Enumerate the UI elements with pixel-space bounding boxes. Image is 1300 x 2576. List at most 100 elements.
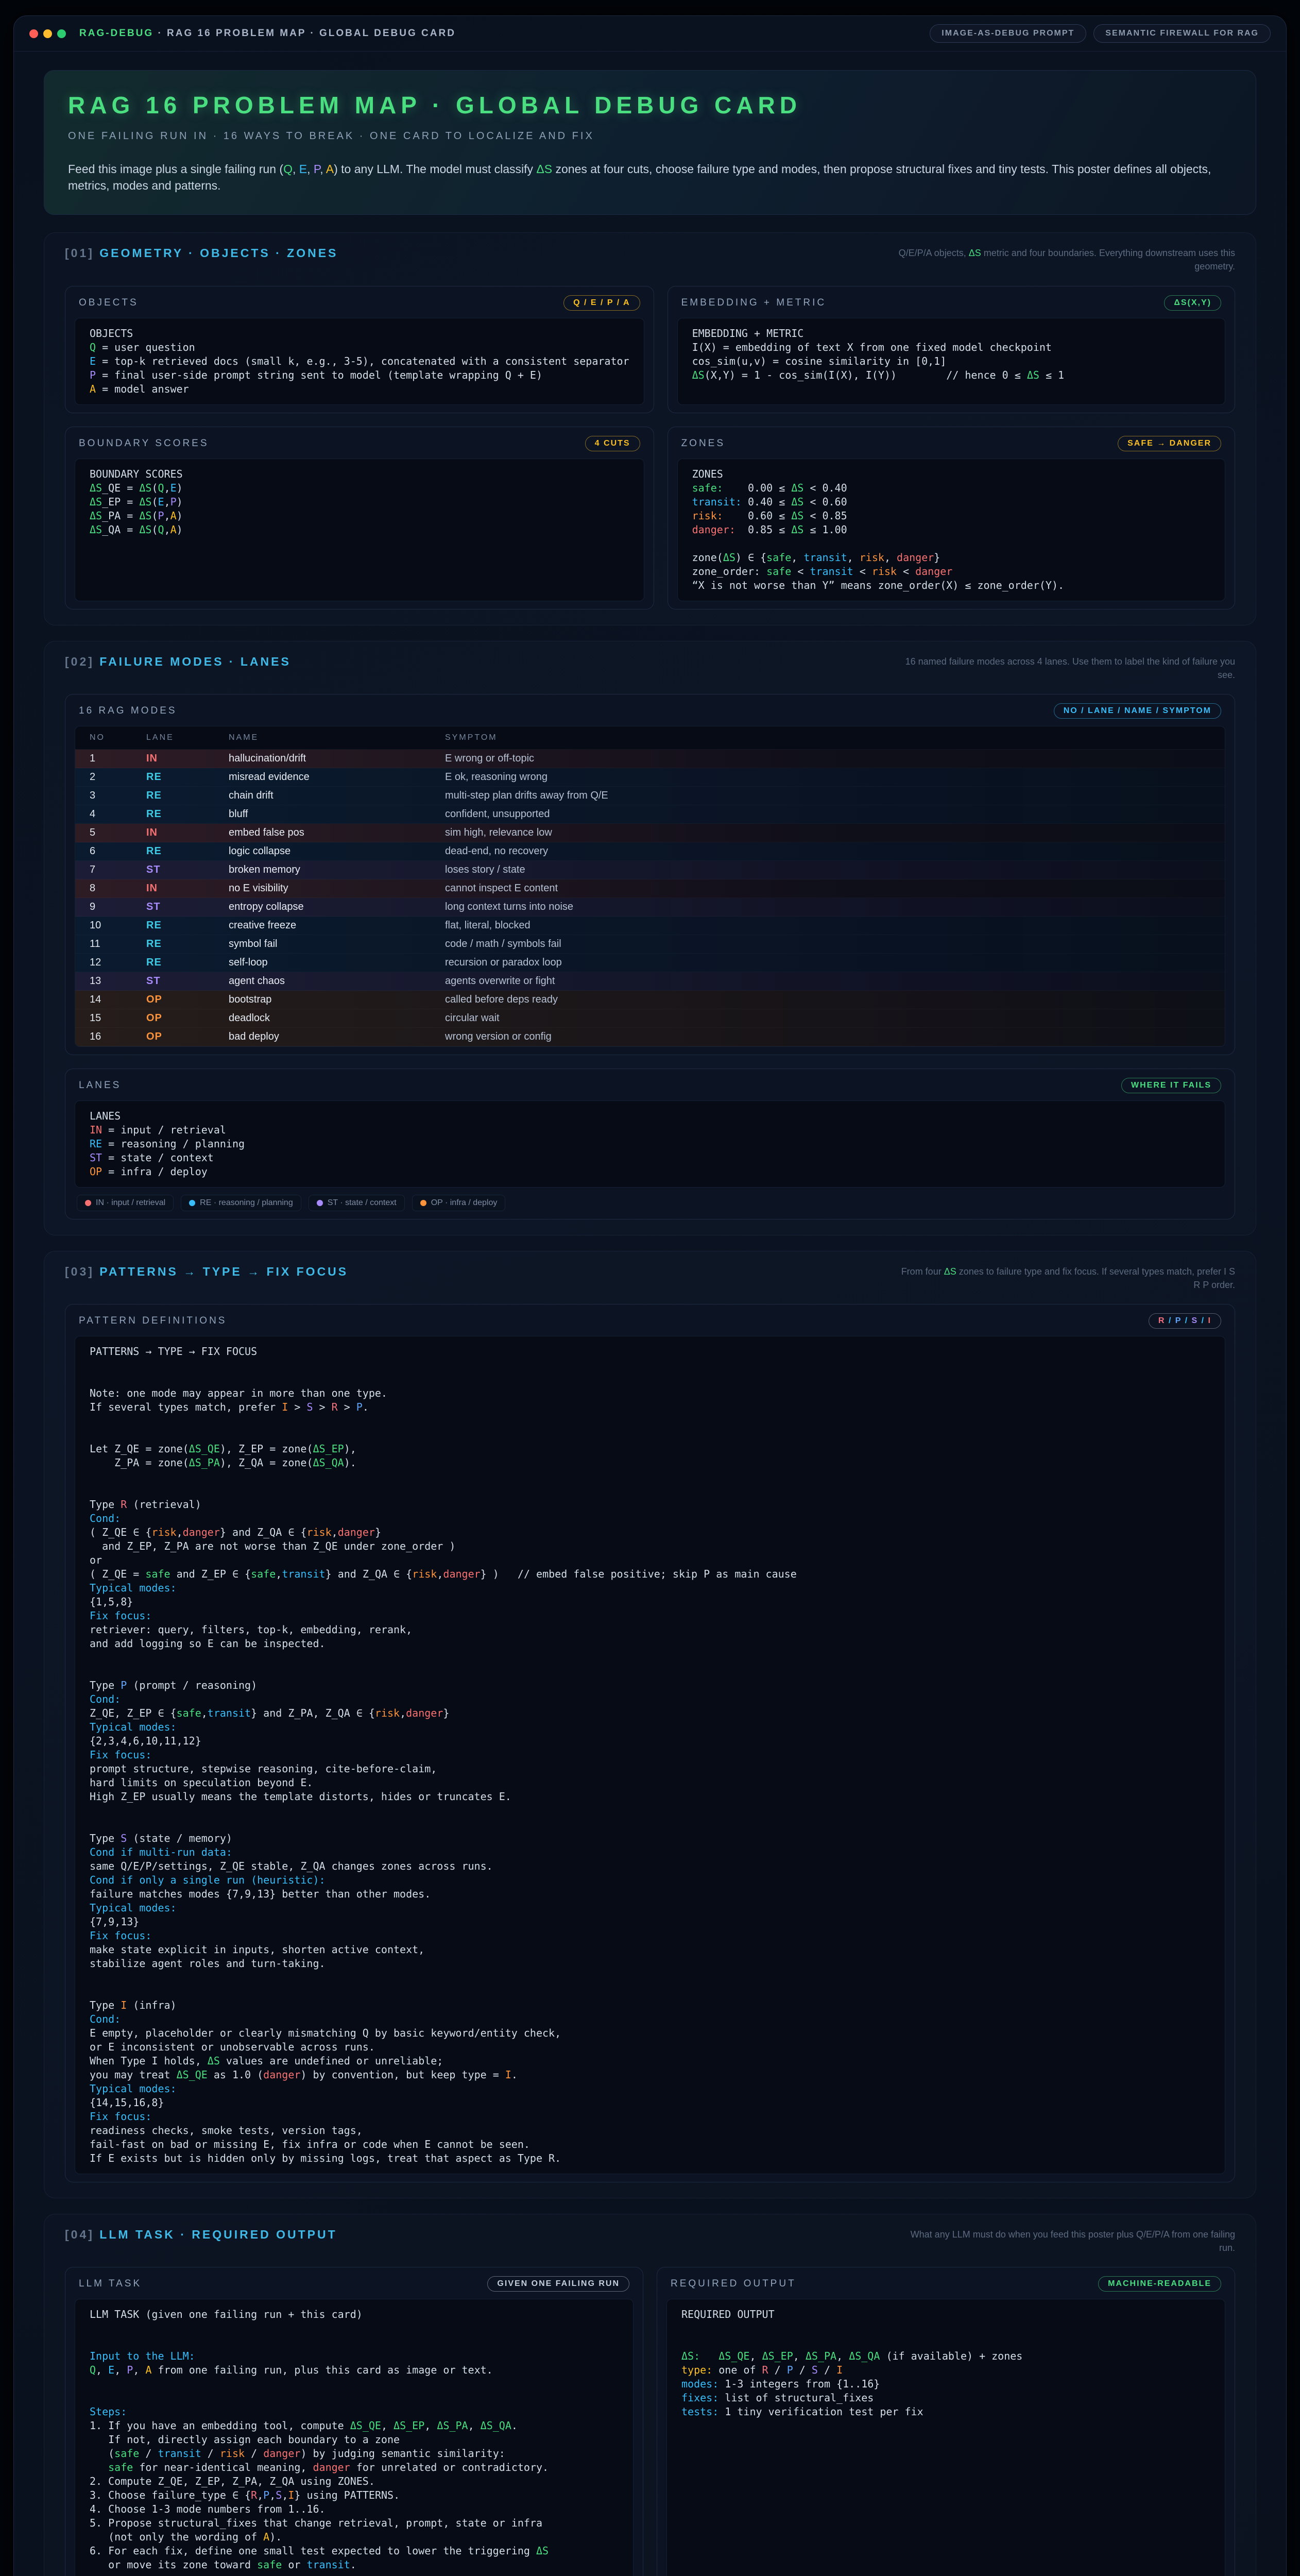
section-llm-task: [04] LLM TASK · REQUIRED OUTPUT What any…: [44, 2214, 1256, 2576]
code-line: Typical modes:: [90, 2082, 1210, 2096]
code-line: (safe / transit / risk / danger) by judg…: [90, 2447, 619, 2461]
table-row: 9STentropy collapselong context turns in…: [75, 898, 1225, 917]
window-title-text: · RAG 16 PROBLEM MAP · GLOBAL DEBUG CARD: [153, 28, 456, 39]
code-line: {1,5,8}: [90, 1595, 1210, 1609]
section-01-note: Q/E/P/A objects, ΔS metric and four boun…: [895, 246, 1235, 273]
section-04-note: What any LLM must do when you feed this …: [895, 2228, 1235, 2255]
code-line: risk: 0.60 ≤ ΔS < 0.85: [692, 509, 1210, 523]
code-line: Cond if multi-run data:: [90, 1845, 1210, 1859]
code-line: [90, 1470, 1210, 1484]
code-line: BOUNDARY SCORES: [90, 467, 629, 481]
titlebar: RAG-DEBUG · RAG 16 PROBLEM MAP · GLOBAL …: [14, 16, 1286, 52]
code-line: readiness checks, smoke tests, version t…: [90, 2124, 1210, 2138]
section-01-label: GEOMETRY · OBJECTS · ZONES: [99, 246, 338, 260]
app-name: RAG-DEBUG: [79, 28, 153, 39]
code-line: Input to the LLM:: [90, 2349, 619, 2363]
boundary-label: BOUNDARY SCORES: [79, 438, 209, 449]
code-line: or: [90, 1553, 1210, 1567]
objects-panel: OBJECTS Q / E / P / A OBJECTSQ = user qu…: [65, 286, 654, 413]
section-04-number: [04]: [65, 2228, 94, 2241]
zones-label: ZONES: [681, 438, 725, 449]
lane-color-dot-icon: [317, 1200, 323, 1206]
code-line: zone_order: safe < transit < risk < dang…: [692, 565, 1210, 579]
code-line: [90, 1372, 1210, 1386]
code-line: REQUIRED OUTPUT: [681, 2308, 1210, 2321]
table-row: 16OPbad deploywrong version or config: [75, 1028, 1225, 1046]
code-line: Fix focus:: [90, 1748, 1210, 1762]
section-patterns: [03] PATTERNS → TYPE → FIX FOCUS From fo…: [44, 1251, 1256, 2198]
llm-task-code: LLM TASK (given one failing run + this c…: [75, 2299, 634, 2576]
code-line: A = model answer: [90, 382, 629, 396]
code-line: Cond:: [90, 1512, 1210, 1526]
lane-legend-chip: IN · input / retrieval: [77, 1195, 174, 1211]
code-line: ST = state / context: [90, 1151, 1210, 1165]
code-line: 2. Compute Z_QE, Z_EP, Z_PA, Z_QA using …: [90, 2475, 619, 2488]
minimize-window-icon[interactable]: [43, 29, 52, 38]
code-line: or E inconsistent or unobservable across…: [90, 2040, 1210, 2054]
code-line: Cond:: [90, 1692, 1210, 1706]
code-line: (not only the wording of A).: [90, 2530, 619, 2544]
code-line: [90, 1484, 1210, 1498]
col-name: NAME: [229, 733, 445, 742]
pattern-definitions-badge: R / P / S / I: [1149, 1313, 1221, 1329]
table-row: 8INno E visibilitycannot inspect E conte…: [75, 879, 1225, 898]
section-02-header: [02] FAILURE MODES · LANES 16 named fail…: [65, 655, 1235, 682]
code-line: modes: 1-3 integers from {1..16}: [681, 2377, 1210, 2391]
close-window-icon[interactable]: [29, 29, 38, 38]
zones-badge: SAFE → DANGER: [1118, 436, 1221, 451]
code-line: [90, 1651, 1210, 1665]
semantic-firewall-button[interactable]: SEMANTIC FIREWALL FOR RAG: [1093, 24, 1271, 43]
table-row: 4REbluffconfident, unsupported: [75, 805, 1225, 824]
code-line: 3. Choose failure_type ∈ {R,P,S,I} using…: [90, 2488, 619, 2502]
code-line: Fix focus:: [90, 2110, 1210, 2124]
code-line: E empty, placeholder or clearly mismatch…: [90, 2026, 1210, 2040]
image-as-debug-prompt-button[interactable]: IMAGE-AS-DEBUG PROMPT: [930, 24, 1086, 43]
code-line: safe: 0.00 ≤ ΔS < 0.40: [692, 481, 1210, 495]
table-row: 7STbroken memoryloses story / state: [75, 861, 1225, 879]
table-row: 13STagent chaosagents overwrite or fight: [75, 972, 1225, 991]
col-symptom: SYMPTOM: [445, 733, 1210, 742]
rag-modes-panel: 16 RAG MODES NO / LANE / NAME / SYMPTOM …: [65, 694, 1235, 1055]
code-line: Typical modes:: [90, 1720, 1210, 1734]
code-line: Fix focus:: [90, 1609, 1210, 1623]
lane-legend-chip: ST · state / context: [309, 1195, 405, 1211]
code-line: LANES: [90, 1109, 1210, 1123]
code-line: High Z_EP usually means the template dis…: [90, 1790, 1210, 1804]
lanes-panel: LANES WHERE IT FAILS LANESIN = input / r…: [65, 1069, 1235, 1219]
code-line: [90, 2321, 619, 2335]
code-line: LLM TASK (given one failing run + this c…: [90, 2308, 619, 2321]
code-line: fail-fast on bad or missing E, fix infra…: [90, 2138, 1210, 2151]
zones-panel: ZONES SAFE → DANGER ZONESsafe: 0.00 ≤ ΔS…: [668, 427, 1235, 609]
section-02-title: [02] FAILURE MODES · LANES: [65, 655, 291, 669]
code-line: you may treat ΔS_QE as 1.0 (danger) by c…: [90, 2068, 1210, 2082]
code-line: ΔS_EP = ΔS(E,P): [90, 495, 629, 509]
intro-paragraph: Feed this image plus a single failing ru…: [68, 161, 1232, 194]
code-line: make state explicit in inputs, shorten a…: [90, 1943, 1210, 1957]
code-line: Cond:: [90, 2012, 1210, 2026]
maximize-window-icon[interactable]: [57, 29, 66, 38]
code-line: failure matches modes {7,9,13} better th…: [90, 1887, 1210, 1901]
code-line: fixes: list of structural_fixes: [681, 2391, 1210, 2405]
code-line: [681, 2321, 1210, 2335]
required-output-badge: MACHINE-READABLE: [1098, 2276, 1221, 2292]
titlebar-actions: IMAGE-AS-DEBUG PROMPT SEMANTIC FIREWALL …: [930, 24, 1271, 43]
section-04-header: [04] LLM TASK · REQUIRED OUTPUT What any…: [65, 2228, 1235, 2255]
required-output-label: REQUIRED OUTPUT: [671, 2278, 796, 2290]
col-no: NO: [90, 733, 146, 742]
code-line: If E exists but is hidden only by missin…: [90, 2151, 1210, 2165]
lane-legend-chip: RE · reasoning / planning: [181, 1195, 301, 1211]
section-04-label: LLM TASK · REQUIRED OUTPUT: [99, 2228, 337, 2241]
code-line: Q = user question: [90, 341, 629, 354]
code-line: Z_QE, Z_EP ∈ {safe,transit} and Z_PA, Z_…: [90, 1706, 1210, 1720]
hero-banner: RAG 16 PROBLEM MAP · GLOBAL DEBUG CARD O…: [44, 70, 1256, 215]
code-line: Typical modes:: [90, 1581, 1210, 1595]
lane-color-dot-icon: [189, 1200, 195, 1206]
code-line: [90, 1414, 1210, 1428]
code-line: [90, 1818, 1210, 1832]
page-title: RAG 16 PROBLEM MAP · GLOBAL DEBUG CARD: [68, 91, 1232, 119]
section-02-note: 16 named failure modes across 4 lanes. U…: [895, 655, 1235, 682]
code-line: OP = infra / deploy: [90, 1165, 1210, 1179]
code-line: or move its zone toward safe or transit.: [90, 2558, 619, 2572]
code-line: [90, 2391, 619, 2405]
boundary-scores-panel: BOUNDARY SCORES 4 CUTS BOUNDARY SCORESΔS…: [65, 427, 654, 609]
